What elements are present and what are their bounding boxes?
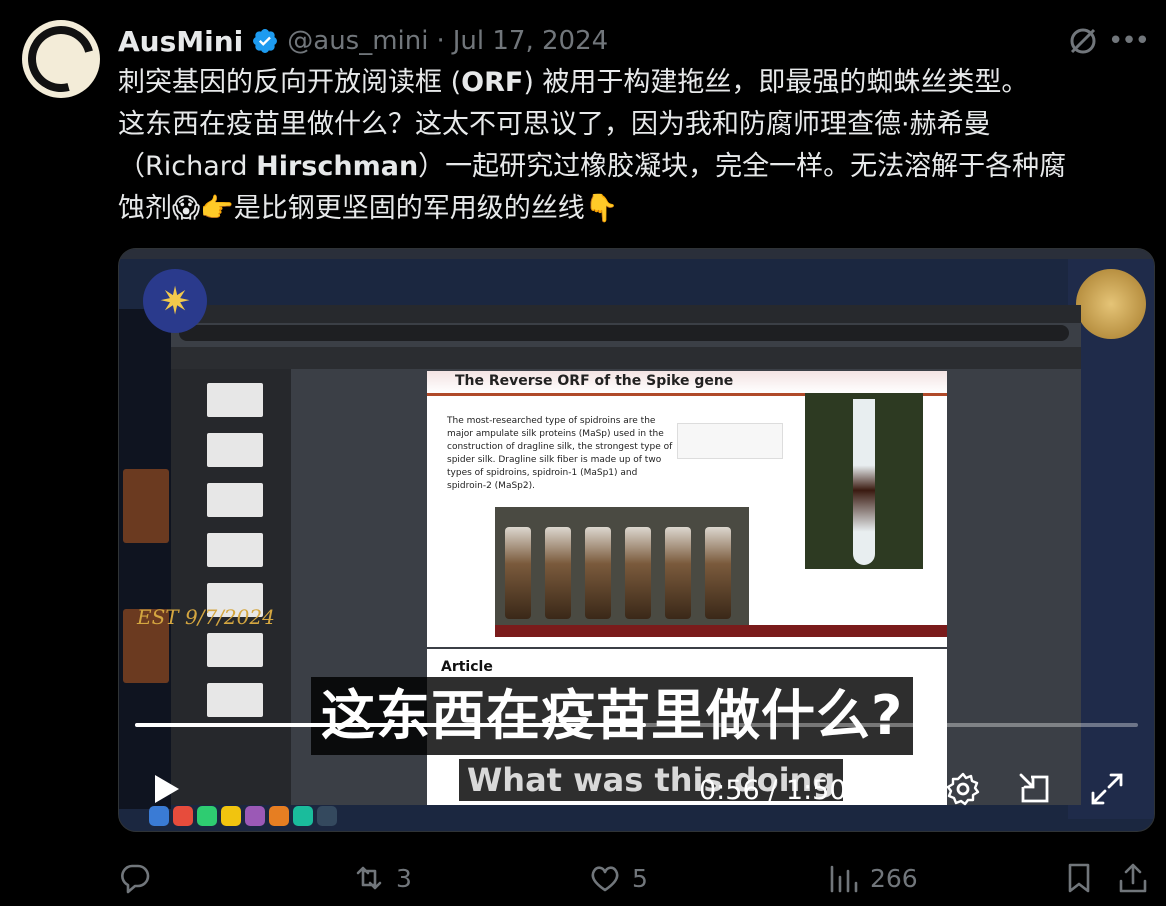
repost-icon <box>356 866 382 890</box>
share-button[interactable] <box>1116 856 1150 900</box>
pdf-tube-photo <box>805 393 923 569</box>
pdf-thumb <box>207 483 263 517</box>
pdf-thumb <box>207 683 263 717</box>
video-progress-fill <box>135 723 646 727</box>
views-count: 266 <box>870 863 918 893</box>
reply-icon <box>121 864 150 894</box>
jar <box>625 527 651 619</box>
volume-icon[interactable] <box>871 771 909 807</box>
views-bar-chart-icon <box>830 865 858 893</box>
tweet-line-1-start: 刺突基因的反向开放阅读框 ( <box>118 67 462 98</box>
tweet-line-3: （Richard Hirschman）一起研究过橡胶凝块，完全一样。无法溶解于各… <box>118 151 1066 182</box>
repost-count: 3 <box>396 863 412 893</box>
tweet-line-4: 蚀剂😱👉是比钢更坚固的军用级的丝线👇 <box>118 193 619 224</box>
video-frame-tabbar <box>171 305 1081 323</box>
play-icon[interactable] <box>147 771 183 807</box>
author-handle[interactable]: @aus_mini <box>287 26 428 56</box>
views-button[interactable]: 266 <box>826 856 918 900</box>
jar <box>665 527 691 619</box>
pdf-thumb <box>207 533 263 567</box>
repost-button[interactable]: 3 <box>352 856 412 900</box>
jar <box>705 527 731 619</box>
fullscreen-icon[interactable] <box>1089 771 1125 807</box>
pdf-paragraph: The most-researched type of spidroins ar… <box>447 416 673 491</box>
video-frame-seal-logo <box>1076 269 1146 339</box>
like-button[interactable]: 5 <box>588 856 648 900</box>
tweet-date[interactable]: Jul 17, 2024 <box>453 26 608 56</box>
tweet-line-1-bold: ORF <box>461 67 524 98</box>
video-frame-left-pane <box>119 309 171 809</box>
video-player[interactable]: The Reverse ORF of the Spike gene The mo… <box>118 248 1155 832</box>
pdf-thumb <box>207 433 263 467</box>
header-separator: · <box>436 26 445 56</box>
video-subtitle-chinese: 这东西在疫苗里做什么? <box>311 677 914 755</box>
pdf-page2-heading: Article <box>441 659 493 675</box>
pdf-thumb <box>207 383 263 417</box>
pdf-small-figure <box>677 423 783 459</box>
pdf-title: The Reverse ORF of the Spike gene <box>455 373 734 389</box>
tweet-line-2: 这东西在疫苗里做什么？这太不可思议了，因为我和防腐师理查德·赫希曼 <box>118 109 991 140</box>
share-icon <box>1119 863 1147 893</box>
heart-icon <box>591 866 619 892</box>
jar <box>505 527 531 619</box>
bookmark-button[interactable] <box>1062 856 1096 900</box>
video-frame-menubar <box>119 249 1154 259</box>
tweet-line-3-bold: Hirschman <box>256 151 419 182</box>
grok-icon[interactable] <box>1066 24 1100 58</box>
picture-in-picture-icon[interactable] <box>1017 771 1053 807</box>
video-progress-bar[interactable] <box>135 723 1138 727</box>
video-frame-pdf-page: The Reverse ORF of the Spike gene The mo… <box>427 371 947 647</box>
pdf-thumb <box>207 633 263 667</box>
test-tube <box>853 399 875 565</box>
pdf-jars-photo <box>495 507 749 625</box>
author-display-name[interactable]: AusMini <box>118 25 243 58</box>
video-watermark: EST 9/7/2024 <box>137 605 275 629</box>
jar <box>545 527 571 619</box>
pdf-caption-bar <box>495 625 947 637</box>
video-frame-pdf-toolbar <box>171 347 1081 369</box>
jar <box>585 527 611 619</box>
tweet-line-1-end: ) 被用于构建拖丝，即最强的蜘蛛丝类型。 <box>523 67 1029 98</box>
tweet-text: 刺突基因的反向开放阅读框 (ORF) 被用于构建拖丝，即最强的蜘蛛丝类型。 这东… <box>118 62 1158 230</box>
video-frame-left-thumb <box>123 469 169 543</box>
tweet-header: AusMini @aus_mini · Jul 17, 2024 <box>118 22 608 60</box>
video-controls: 0:56 / 1:50 <box>119 757 1154 817</box>
tweet-top-actions: ••• <box>1066 24 1150 58</box>
tweet-actions-bar: 3 5 266 <box>118 856 1158 900</box>
video-time: 0:56 / 1:50 <box>699 775 847 806</box>
like-count: 5 <box>632 863 648 893</box>
video-frame-star-logo: ✷ <box>143 269 207 333</box>
tweet-line-3-end: ）一起研究过橡胶凝块，完全一样。无法溶解于各种腐 <box>418 151 1067 182</box>
avatar-ring-logo <box>15 13 107 105</box>
verified-badge-icon[interactable] <box>251 27 279 55</box>
more-options-icon[interactable]: ••• <box>1108 26 1150 56</box>
video-frame-urlbar <box>179 325 1069 341</box>
tweet-line-3-start: （Richard <box>118 151 257 182</box>
video-frame-pdf-sidebar <box>171 369 291 805</box>
settings-gear-icon[interactable] <box>945 771 981 807</box>
bookmark-icon <box>1068 863 1090 893</box>
tweet-line-1: 刺突基因的反向开放阅读框 (ORF) 被用于构建拖丝，即最强的蜘蛛丝类型。 <box>118 67 1028 98</box>
author-avatar[interactable] <box>15 13 107 105</box>
reply-button[interactable] <box>118 856 162 900</box>
